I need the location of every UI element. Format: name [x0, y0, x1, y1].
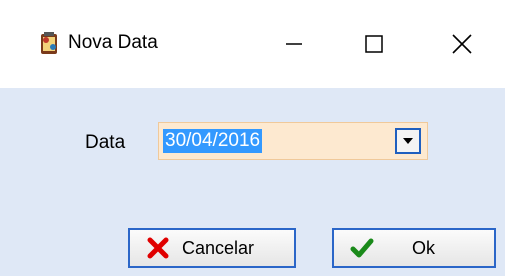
- x-icon: [144, 234, 172, 262]
- title-bar[interactable]: Nova Data: [0, 0, 505, 88]
- ok-button[interactable]: Ok: [332, 228, 496, 268]
- date-label: Data: [85, 132, 126, 153]
- maximize-button[interactable]: [342, 22, 406, 66]
- date-input[interactable]: 30/04/2016: [158, 122, 428, 160]
- date-value[interactable]: 30/04/2016: [163, 129, 263, 153]
- maximize-icon: [365, 35, 383, 53]
- window-title: Nova Data: [68, 32, 158, 53]
- minimize-button[interactable]: [262, 22, 326, 66]
- app-icon: [38, 30, 62, 58]
- cancel-label: Cancelar: [182, 237, 255, 258]
- minimize-icon: [286, 43, 302, 45]
- close-icon: [452, 34, 472, 54]
- date-dropdown-button[interactable]: [395, 128, 421, 154]
- ok-label: Ok: [412, 237, 436, 258]
- chevron-down-icon: [403, 138, 413, 144]
- checkmark-icon: [348, 234, 376, 262]
- dialog-window: Nova Data Data 30/04/2016 Cancelar Ok: [0, 0, 505, 276]
- close-button[interactable]: [430, 22, 494, 66]
- cancel-button[interactable]: Cancelar: [128, 228, 296, 268]
